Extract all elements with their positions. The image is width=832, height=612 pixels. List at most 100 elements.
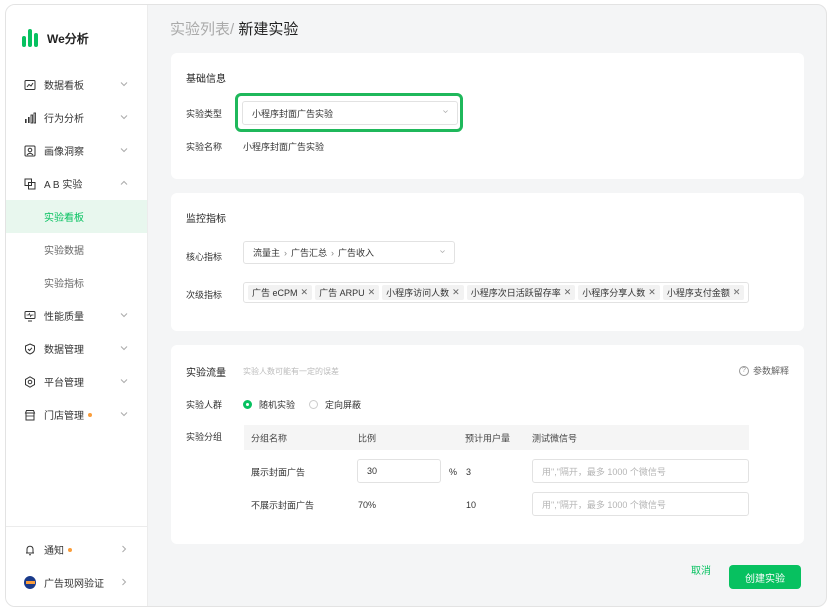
sidebar-item-label: A B 实验: [44, 180, 83, 191]
wechat-input[interactable]: 用","隔开，最多 1000 个微信号: [532, 492, 749, 516]
chevron-down-icon: [120, 115, 128, 120]
sidebar-sub-experiment-data[interactable]: 实验数据: [6, 233, 147, 266]
chevron-up-icon: [120, 180, 128, 185]
sidebar-item-label: 通知: [44, 546, 64, 557]
close-icon[interactable]: ✕: [368, 287, 376, 298]
create-experiment-button[interactable]: 创建实验: [729, 565, 801, 589]
wechat-input[interactable]: 用","隔开，最多 1000 个微信号: [532, 459, 749, 483]
sidebar-item-behavior[interactable]: 行为分析: [6, 101, 147, 134]
chevron-down-icon: [120, 148, 128, 153]
user-card-icon: [24, 145, 36, 157]
tag-label: 小程序支付金额: [666, 288, 730, 298]
app-logo[interactable]: We分析: [22, 29, 89, 47]
chevron-down-icon: [443, 110, 448, 114]
sidebar-item-label: 数据管理: [44, 345, 84, 356]
store-icon: [24, 409, 36, 421]
basic-info-title: 基础信息: [186, 74, 226, 85]
estimated-users: 3: [466, 466, 472, 477]
traffic-card: 实验流量 实验人数可能有一定的误差 ? 参数解释 实验人群 随机实验 定向屏蔽 …: [171, 345, 804, 544]
radio-label: 定向屏蔽: [325, 400, 362, 410]
chevron-right-icon: [122, 578, 127, 586]
tag-label: 小程序次日活跃留存率: [470, 288, 561, 298]
column-header: 测试微信号: [532, 433, 578, 443]
cancel-button[interactable]: 取消: [691, 562, 711, 577]
sidebar-sub-experiment-board[interactable]: 实验看板: [6, 200, 147, 233]
sidebar-bottom: 通知 广告现网验证: [6, 526, 147, 606]
sidebar-sub-experiment-metrics[interactable]: 实验指标: [6, 266, 147, 299]
ratio-value: 30: [367, 466, 378, 476]
question-icon: ?: [738, 365, 749, 376]
group-table: 分组名称 比例 预计用户量 测试微信号 展示封面广告 30 % 3 用","隔开…: [244, 425, 749, 521]
column-header: 分组名称: [251, 433, 288, 443]
sidebar-item-data-management[interactable]: 数据管理: [6, 332, 147, 365]
sidebar-item-label: 行为分析: [44, 114, 84, 125]
chart-board-icon: [24, 79, 36, 91]
radio-targeted[interactable]: 定向屏蔽: [309, 398, 361, 411]
group-name: 不展示封面广告: [251, 500, 315, 510]
metrics-card: 监控指标 核心指标 流量主 › 广告汇总 › 广告收入 次级指标 广告 eCPM…: [171, 193, 804, 331]
experiment-type-value: 小程序封面广告实验: [252, 108, 334, 119]
metric-tag: 小程序访问人数 ✕: [382, 285, 464, 300]
estimated-users: 10: [466, 499, 477, 510]
core-path-2: 广告收入: [338, 248, 375, 258]
tag-label: 广告 ARPU: [319, 288, 365, 298]
experiment-type-select[interactable]: 小程序封面广告实验: [242, 101, 458, 125]
group-label: 实验分组: [186, 432, 223, 442]
ab-test-icon: [24, 178, 36, 190]
column-header: 预计用户量: [465, 433, 511, 443]
radio-random[interactable]: 随机实验: [243, 398, 295, 411]
tag-label: 小程序分享人数: [582, 288, 646, 298]
sidebar: We分析 数据看板 行为分析 画像洞察 A B 实验 实验看板 实验数据 实验指…: [6, 5, 148, 606]
breadcrumb-parent[interactable]: 实验列表/: [170, 21, 234, 38]
close-icon[interactable]: ✕: [648, 287, 656, 298]
close-icon[interactable]: ✕: [564, 287, 572, 298]
sidebar-item-ad-verify[interactable]: 广告现网验证: [6, 566, 147, 599]
metric-tag: 小程序分享人数 ✕: [578, 285, 660, 300]
core-metric-select[interactable]: 流量主 › 广告汇总 › 广告收入: [243, 241, 455, 264]
help-link[interactable]: ? 参数解释: [738, 364, 789, 377]
table-row: 展示封面广告 30 % 3 用","隔开，最多 1000 个微信号: [244, 455, 749, 488]
sidebar-item-notifications[interactable]: 通知: [6, 533, 147, 566]
secondary-metric-label: 次级指标: [186, 290, 223, 300]
sidebar-item-ab-test[interactable]: A B 实验: [6, 167, 147, 200]
radio-checked-icon: [243, 400, 252, 409]
monitor-icon: [24, 310, 36, 322]
chevron-down-icon: [120, 313, 128, 318]
metric-tag: 广告 ARPU ✕: [315, 285, 380, 300]
avatar-wrapper: [24, 576, 36, 589]
app-window: We分析 数据看板 行为分析 画像洞察 A B 实验 实验看板 实验数据 实验指…: [5, 4, 827, 607]
shield-icon: [24, 342, 36, 355]
chevron-down-icon: [440, 249, 445, 253]
sidebar-item-dashboard[interactable]: 数据看板: [6, 68, 147, 101]
experiment-type-label: 实验类型: [186, 109, 223, 119]
sidebar-item-portrait[interactable]: 画像洞察: [6, 134, 147, 167]
chevron-down-icon: [120, 82, 128, 87]
traffic-hint: 实验人数可能有一定的误差: [243, 367, 339, 376]
traffic-title: 实验流量: [186, 368, 226, 379]
path-separator-icon: ›: [331, 247, 335, 258]
bell-icon: [24, 544, 36, 556]
sidebar-item-platform[interactable]: 平台管理: [6, 365, 147, 398]
close-icon[interactable]: ✕: [452, 287, 460, 298]
chevron-down-icon: [120, 412, 128, 417]
metrics-title: 监控指标: [186, 214, 226, 225]
wechat-placeholder: 用","隔开，最多 1000 个微信号: [542, 466, 666, 477]
sidebar-item-store[interactable]: 门店管理: [6, 398, 147, 431]
crowd-label: 实验人群: [186, 400, 223, 410]
avatar: [24, 576, 36, 589]
sidebar-item-performance[interactable]: 性能质量: [6, 299, 147, 332]
sidebar-item-label: 画像洞察: [44, 147, 84, 158]
radio-label: 随机实验: [259, 400, 296, 410]
experiment-name-value: 小程序封面广告实验: [243, 142, 325, 152]
experiment-name-label: 实验名称: [186, 142, 223, 152]
sidebar-item-label: 数据看板: [44, 81, 84, 92]
radio-unchecked-icon: [309, 400, 318, 409]
secondary-metric-select[interactable]: 广告 eCPM ✕ 广告 ARPU ✕ 小程序访问人数 ✕ 小程序次日活跃留存率 ✕ 小…: [243, 282, 749, 303]
tag-label: 小程序访问人数: [386, 288, 450, 298]
tag-label: 广告 eCPM: [252, 288, 298, 298]
close-icon[interactable]: ✕: [301, 287, 309, 298]
chevron-down-icon: [120, 379, 128, 384]
ratio-input[interactable]: 30: [357, 459, 441, 483]
help-label: 参数解释: [752, 366, 789, 376]
breadcrumb: 实验列表/ 新建实验: [170, 18, 298, 39]
